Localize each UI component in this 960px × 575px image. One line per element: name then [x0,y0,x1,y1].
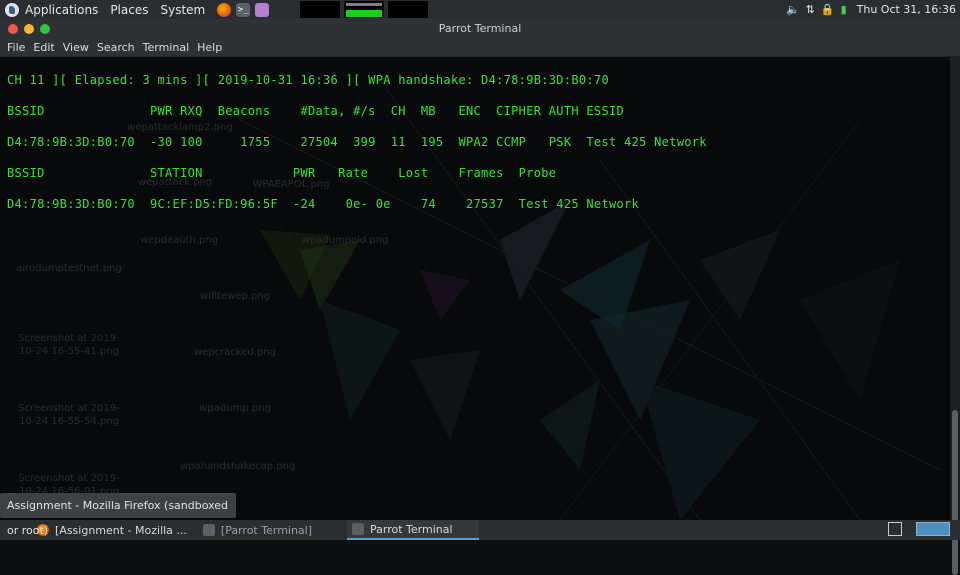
parrot-logo-icon [5,2,19,17]
task-terminal-1-label: [Parrot Terminal] [220,523,313,537]
places-menu-label: Places [110,2,149,17]
system-menu[interactable]: System [160,3,205,17]
window-titlebar[interactable]: Parrot Terminal [0,19,960,39]
applications-menu-label: Applications [25,2,99,17]
bottom-panel: [Assignment - Mozilla ... [Parrot Termin… [0,520,960,540]
task-terminal-1[interactable]: [Parrot Terminal] [198,520,317,540]
text-editor-launcher-icon[interactable] [255,2,270,17]
minimize-icon[interactable] [24,24,34,34]
task-firefox-label: [Assignment - Mozilla ... [55,523,187,537]
top-panel: Applications Places System >_ 🔈 ⇅ 🔒 ▮ Th… [0,0,960,19]
menu-terminal[interactable]: Terminal [143,41,190,54]
terminal-scrollbar[interactable] [950,57,960,575]
task-terminal-2[interactable]: Parrot Terminal [347,520,480,540]
show-desktop-icon[interactable] [888,522,902,536]
network-icon[interactable]: ⇅ [806,3,815,16]
terminal-menubar: File Edit View Search Terminal Help [0,39,960,57]
menu-help[interactable]: Help [197,41,222,54]
close-icon[interactable] [8,24,18,34]
system-tray: 🔈 ⇅ 🔒 ▮ Thu Oct 31, 16:36 [780,0,956,19]
ap-table-header: BSSID PWR RXQ Beacons #Data, #/s CH MB E… [7,104,625,118]
volume-icon[interactable]: 🔈 [786,3,800,16]
clock[interactable]: Thu Oct 31, 16:36 [857,3,956,16]
task-terminal-2-label: Parrot Terminal [370,522,453,536]
lock-icon[interactable]: 🔒 [821,3,835,16]
taskbar-tooltip: Assignment - Mozilla Firefox (sandboxed … [0,493,236,537]
ap-table-row: D4:78:9B:3D:B0:70 -30 100 1755 27504 399… [7,135,707,149]
cpu-monitor [300,1,340,18]
terminal-icon [202,524,215,536]
terminal-launcher-icon[interactable]: >_ [236,2,251,17]
terminal-output[interactable]: CH 11 ][ Elapsed: 3 mins ][ 2019-10-31 1… [0,57,950,520]
system-menu-label: System [160,2,206,17]
menu-view[interactable]: View [63,41,89,54]
applications-menu[interactable]: Applications [0,2,99,17]
window-title: Parrot Terminal [438,22,522,35]
workspace-1[interactable] [916,522,950,536]
menu-file[interactable]: File [7,41,25,54]
menu-search[interactable]: Search [97,41,135,54]
maximize-icon[interactable] [40,24,50,34]
battery-icon[interactable]: ▮ [841,3,847,16]
terminal-icon [352,523,365,535]
workspace-switcher [874,522,950,536]
system-monitor [300,1,432,18]
station-table-header: BSSID STATION PWR Rate Lost Frames Probe [7,166,557,180]
network-monitor [388,1,428,18]
station-table-row: D4:78:9B:3D:B0:70 9C:EF:D5:FD:96:5F -24 … [7,197,640,211]
places-menu[interactable]: Places [110,3,148,17]
task-firefox[interactable]: [Assignment - Mozilla ... [32,520,192,540]
memory-monitor [344,1,384,18]
scrollbar-thumb[interactable] [952,410,958,575]
firefox-launcher-icon[interactable] [217,2,232,17]
menu-edit[interactable]: Edit [33,41,54,54]
terminal-status-line: CH 11 ][ Elapsed: 3 mins ][ 2019-10-31 1… [7,73,609,87]
window-controls [8,24,56,34]
